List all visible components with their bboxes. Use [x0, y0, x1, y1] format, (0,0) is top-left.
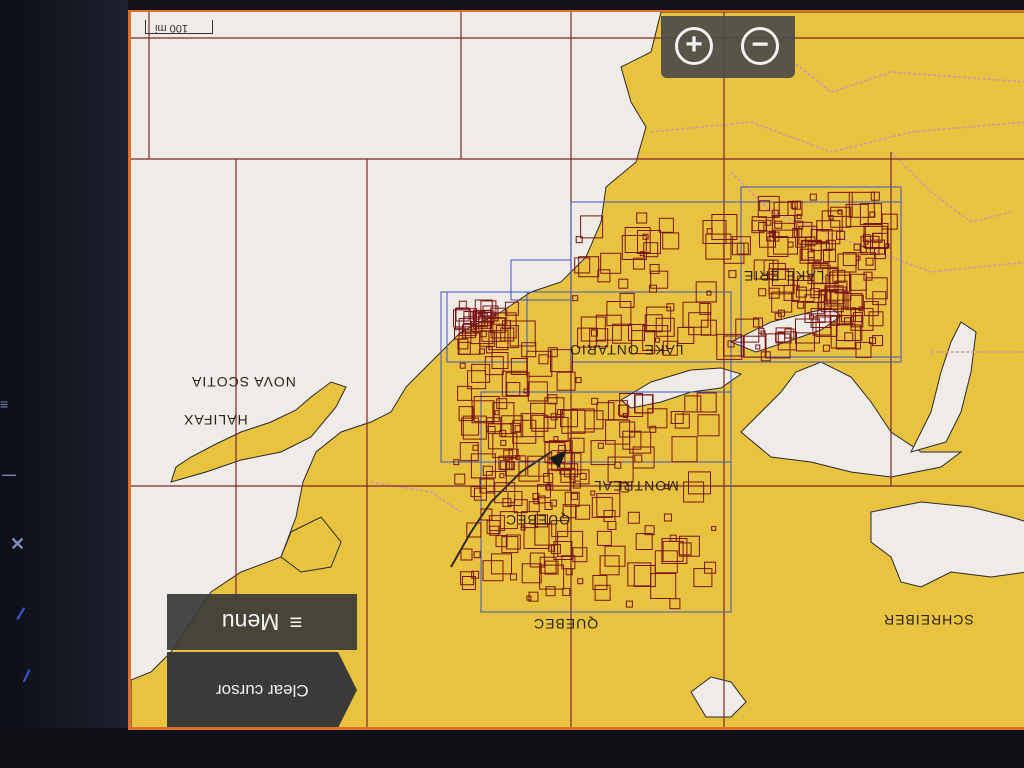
label-schreiber: SCHREIBER: [883, 612, 974, 628]
minus-icon[interactable]: —: [2, 466, 16, 482]
clear-cursor-button[interactable]: Clear cursor: [167, 652, 357, 727]
menu-label: Menu: [221, 609, 280, 636]
zoom-controls: + −: [661, 16, 795, 78]
label-nova-scotia: NOVA SCOTIA: [191, 374, 296, 390]
label-montreal: MONTREAL: [593, 478, 679, 494]
map-scale-label: 100 mi: [155, 22, 189, 34]
label-halifax: HALIFAX: [183, 412, 248, 428]
device-bezel-top: [0, 0, 1024, 10]
label-lake-ontario: LAKE ONTARIO: [569, 342, 684, 358]
slash-icon[interactable]: /: [15, 604, 27, 625]
menu-lines-icon[interactable]: ≡: [0, 396, 8, 412]
device-bezel-bottom: [0, 728, 1024, 768]
label-quebec-province: QUEBEC: [533, 616, 599, 632]
zoom-out-button[interactable]: −: [741, 27, 779, 65]
clear-cursor-label: Clear cursor: [215, 681, 309, 700]
zoom-in-button[interactable]: +: [675, 27, 713, 65]
hamburger-icon: ≡: [289, 610, 303, 635]
slash-icon[interactable]: /: [21, 666, 32, 688]
menu-button[interactable]: ≡ Menu: [167, 594, 357, 650]
close-icon[interactable]: ✕: [10, 534, 25, 555]
label-lake-erie: LAKE ERIE: [743, 268, 825, 284]
label-quebec-city: QUEBEC: [505, 512, 571, 528]
chart-plotter-screen: 100 mi NOVA SCOTIA HALIFAX LAKE ONTARIO …: [128, 10, 1024, 730]
device-bezel-left: ≡ — ✕ / /: [0, 0, 128, 768]
